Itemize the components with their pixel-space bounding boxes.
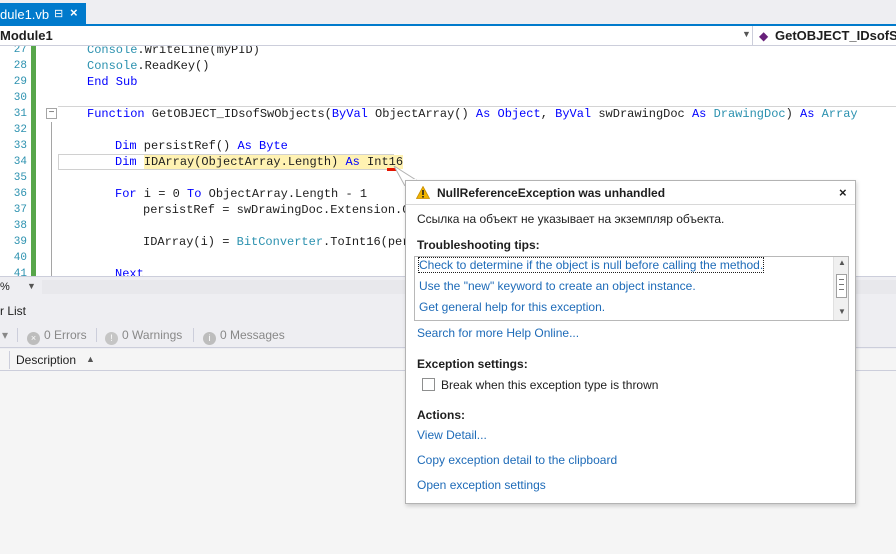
code-line-39: IDArray(i) = BitConverter.ToInt16(pers (143, 235, 417, 249)
close-icon[interactable]: × (839, 185, 847, 200)
line-number: 37 (13, 204, 27, 216)
column-header-description[interactable]: Description (16, 353, 76, 367)
code-line-41: Next (115, 267, 144, 276)
sort-ascending-icon: ▲ (86, 354, 95, 364)
warning-icon (416, 186, 430, 199)
info-icon: i (203, 332, 216, 345)
exception-settings-heading: Exception settings: (417, 357, 528, 371)
navigation-bar: Module1 ▼ ◆ GetOBJECT_IDsofSwObjects (0, 26, 896, 46)
filter-dropdown-icon[interactable]: ▾ (2, 328, 8, 342)
class-dropdown[interactable]: Module1 (0, 28, 53, 43)
column-divider (9, 351, 10, 369)
warning-icon: ! (105, 332, 118, 345)
document-tab-bar: dule1.vb ⊟ × (0, 0, 896, 26)
line-number: 35 (13, 172, 27, 184)
zoom-level[interactable]: % (0, 281, 10, 293)
troubleshooting-tips-list[interactable]: Check to determine if the object is null… (414, 256, 849, 321)
code-line-33: Dim persistRef() As Byte (115, 139, 288, 153)
code-line-27: Console.WriteLine(myPID) (87, 46, 260, 57)
actions-heading: Actions: (417, 408, 465, 422)
view-detail-link[interactable]: View Detail... (417, 428, 487, 442)
code-line-29: End Sub (87, 75, 138, 89)
pin-icon[interactable]: ⊟ (54, 7, 63, 20)
exception-assistant: NullReferenceException was unhandled × С… (405, 180, 856, 504)
code-line-31: Function GetOBJECT_IDsofSwObjects(ByVal … (87, 107, 858, 121)
line-number: 28 (13, 60, 27, 72)
line-number: 32 (13, 124, 27, 136)
exception-title: NullReferenceException was unhandled (437, 186, 666, 200)
tips-scrollbar[interactable]: ▲ ▼ (833, 257, 848, 320)
exception-message: Ссылка на объект не указывает на экземпл… (417, 212, 725, 226)
line-number: 27 (13, 46, 27, 56)
tab-title: dule1.vb (0, 7, 50, 22)
messages-filter-button[interactable]: i0 Messages (203, 328, 285, 345)
line-number: 29 (13, 76, 27, 88)
line-number: 34 (13, 156, 27, 168)
line-number: 38 (13, 220, 27, 232)
line-number: 33 (13, 140, 27, 152)
errors-filter-button[interactable]: × 0 Errors (27, 328, 87, 345)
line-number: 30 (13, 92, 27, 104)
chevron-down-icon[interactable]: ▼ (742, 29, 751, 39)
open-exception-settings-link[interactable]: Open exception settings (417, 478, 546, 492)
tip-link[interactable]: Use the "new" keyword to create an objec… (419, 279, 696, 293)
exception-highlight: IDArray(ObjectArray.Length) (143, 155, 346, 169)
code-line-34: Dim IDArray(ObjectArray.Length) As Int16 (115, 155, 404, 169)
collapse-icon[interactable]: − (46, 108, 57, 119)
chevron-down-icon[interactable]: ▼ (27, 281, 36, 291)
exception-header: NullReferenceException was unhandled × (406, 181, 855, 205)
line-number: 40 (13, 252, 27, 264)
line-number: 39 (13, 236, 27, 248)
line-number: 36 (13, 188, 27, 200)
close-tab-icon[interactable]: × (70, 5, 78, 20)
scroll-up-icon[interactable]: ▲ (838, 258, 846, 267)
code-line-37: persistRef = swDrawingDoc.Extension.Ge (143, 203, 417, 217)
outline-line (51, 122, 52, 276)
tip-link[interactable]: Get general help for this exception. (419, 300, 605, 314)
toolbar-separator (17, 328, 18, 342)
copy-exception-detail-link[interactable]: Copy exception detail to the clipboard (417, 453, 617, 467)
error-icon: × (27, 332, 40, 345)
member-dropdown-label: GetOBJECT_IDsofSwObjects (775, 28, 896, 43)
method-icon: ◆ (759, 29, 769, 43)
line-number: 41 (13, 268, 27, 276)
break-exception-label[interactable]: Break when this exception type is thrown (441, 378, 658, 392)
break-exception-checkbox[interactable] (422, 378, 435, 391)
tip-link[interactable]: Check to determine if the object is null… (417, 257, 765, 273)
warnings-filter-button[interactable]: ! 0 Warnings (105, 328, 182, 345)
change-tracking-bar (31, 46, 36, 276)
toolbar-separator (193, 328, 194, 342)
member-dropdown[interactable]: ◆ GetOBJECT_IDsofSwObjects (752, 26, 896, 45)
troubleshooting-heading: Troubleshooting tips: (417, 238, 540, 252)
scroll-down-icon[interactable]: ▼ (838, 307, 846, 316)
search-help-online-link[interactable]: Search for more Help Online... (417, 326, 579, 340)
error-list-title: r List (0, 304, 27, 318)
line-number: 31 (13, 108, 27, 120)
tab-module1-vb[interactable]: dule1.vb ⊟ × (0, 3, 86, 26)
toolbar-separator (96, 328, 97, 342)
scroll-thumb[interactable] (836, 274, 847, 298)
code-line-28: Console.ReadKey() (87, 59, 210, 73)
code-line-36: For i = 0 To ObjectArray.Length - 1 (115, 187, 368, 201)
